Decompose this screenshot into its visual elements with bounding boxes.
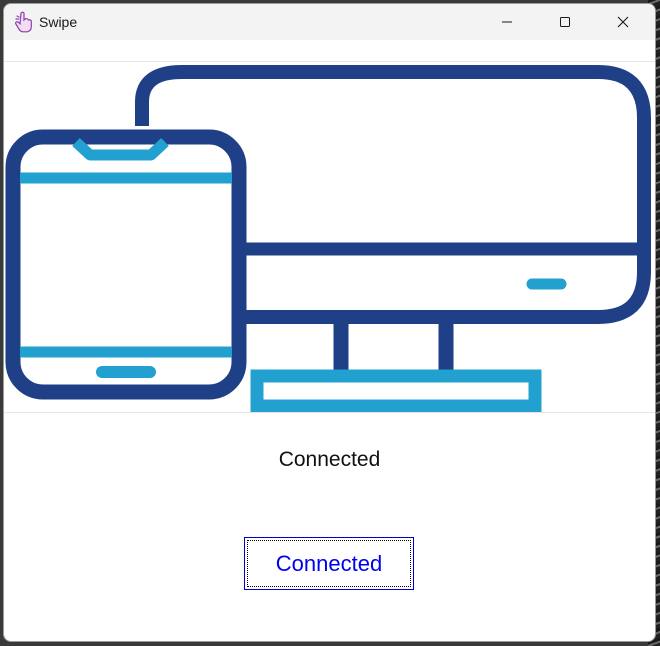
app-window: Swipe Connected Connected xyxy=(3,3,656,642)
pointing-hand-icon xyxy=(14,11,34,33)
divider xyxy=(4,412,655,413)
connection-status-label: Connected xyxy=(278,448,381,471)
phone-and-monitor-icon xyxy=(5,65,651,413)
maximize-icon xyxy=(560,17,570,27)
illustration xyxy=(4,62,655,413)
close-icon xyxy=(617,16,629,28)
title-bar[interactable]: Swipe xyxy=(4,4,655,40)
minimize-icon xyxy=(502,21,512,23)
close-button[interactable] xyxy=(594,4,652,40)
minimize-button[interactable] xyxy=(478,4,536,40)
connection-button[interactable]: Connected xyxy=(244,537,414,590)
window-title: Swipe xyxy=(39,14,78,30)
maximize-button[interactable] xyxy=(536,4,594,40)
